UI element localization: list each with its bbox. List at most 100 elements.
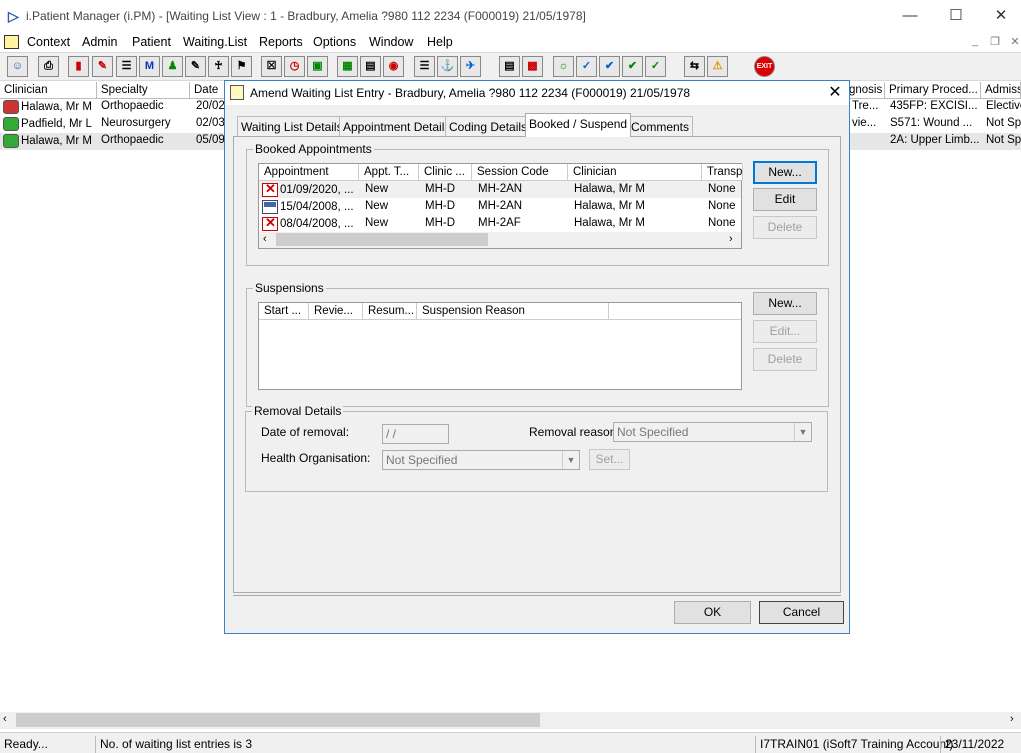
dialog-close-button[interactable]: ✕ <box>823 81 847 105</box>
menu-waiting-list[interactable]: Waiting.List <box>183 35 247 49</box>
booked-new-button-overlay[interactable]: New... <box>753 161 817 184</box>
menu-patient[interactable]: Patient <box>132 35 171 49</box>
tab-appointment-details[interactable]: Appointment Details <box>339 116 455 136</box>
book-icon[interactable]: ▮ <box>68 56 89 77</box>
scroll-right-icon[interactable]: › <box>1010 713 1014 725</box>
col-primary-procedure[interactable]: Primary Proced... <box>885 82 981 99</box>
cancel-button[interactable]: Cancel <box>759 601 844 624</box>
cancelled-appointment-icon: ✕ <box>262 215 278 231</box>
globe-icon[interactable]: ☼ <box>553 56 574 77</box>
tab-booked-suspend[interactable]: Booked / Suspend <box>525 113 632 137</box>
col-specialty[interactable]: Specialty <box>97 82 190 99</box>
tab-waiting-list-details[interactable]: Waiting List Details <box>237 116 347 136</box>
appointment-clinic: MH-D <box>425 217 456 229</box>
col-session-code[interactable]: Session Code <box>472 164 568 181</box>
chart-icon[interactable]: ▩ <box>522 56 543 77</box>
set-organisation-button[interactable]: Set... <box>589 449 630 470</box>
notes-icon[interactable]: ☰ <box>414 56 435 77</box>
menu-context[interactable]: Context <box>27 35 70 49</box>
flag-icon[interactable]: ⚑ <box>231 56 252 77</box>
edit-book-icon[interactable]: ✎ <box>92 56 113 77</box>
suspension-delete-button[interactable]: Delete <box>753 348 817 371</box>
list-scrollbar-thumb[interactable] <box>276 233 488 246</box>
folder-icon[interactable]: ▤ <box>360 56 381 77</box>
chevron-down-icon[interactable]: ▼ <box>794 423 811 441</box>
cancel-doc-icon[interactable]: ☒ <box>261 56 282 77</box>
green-check-icon[interactable]: ✔ <box>622 56 643 77</box>
m-icon[interactable]: M <box>139 56 160 77</box>
check-doc-icon[interactable]: ✔ <box>599 56 620 77</box>
entry-status-icon <box>3 100 19 114</box>
car-icon[interactable]: ♰ <box>208 56 229 77</box>
verify-icon[interactable]: ✓ <box>645 56 666 77</box>
mdi-restore-button[interactable]: ❐ <box>986 35 1004 50</box>
person-icon[interactable]: ♟ <box>162 56 183 77</box>
date-of-removal-field[interactable]: / / <box>382 424 449 444</box>
board-icon[interactable]: ▦ <box>337 56 358 77</box>
dial-icon[interactable]: ◉ <box>383 56 404 77</box>
list-item[interactable]: 15/04/2008, ... New MH-D MH-2AN Halawa, … <box>259 198 741 215</box>
ok-button[interactable]: OK <box>674 601 751 624</box>
col-start[interactable]: Start ... <box>259 303 309 320</box>
mdi-minimize-button[interactable]: _ <box>966 35 984 50</box>
maximize-button[interactable]: ☐ <box>933 0 979 32</box>
col-appt-type[interactable]: Appt. T... <box>359 164 419 181</box>
horizontal-scrollbar[interactable]: ‹ › <box>0 712 1021 729</box>
menu-admin[interactable]: Admin <box>82 35 117 49</box>
col-appointment[interactable]: Appointment <box>259 164 359 181</box>
close-button[interactable]: ✕ <box>978 0 1021 32</box>
scrollbar-thumb[interactable] <box>16 713 540 727</box>
col-admission[interactable]: Admissi <box>981 82 1021 99</box>
print-icon[interactable]: ⎙ <box>38 56 59 77</box>
suspension-new-button[interactable]: New... <box>753 292 817 315</box>
swap-icon[interactable]: ⇆ <box>684 56 705 77</box>
warning-icon[interactable]: ⚠ <box>707 56 728 77</box>
row-clinician: Halawa, Mr M <box>21 101 92 114</box>
col-diagnosis[interactable]: gnosis <box>845 82 885 99</box>
list-horizontal-scrollbar[interactable]: ‹ › <box>259 232 741 248</box>
col-suspension-reason[interactable]: Suspension Reason <box>417 303 609 320</box>
clinician-icon[interactable]: ☺ <box>7 56 28 77</box>
health-organisation-select[interactable]: Not Specified ▼ <box>382 450 580 470</box>
clock-icon[interactable]: ◷ <box>284 56 305 77</box>
menu-options[interactable]: Options <box>313 35 356 49</box>
removal-reason-select[interactable]: Not Specified ▼ <box>613 422 812 442</box>
list-scroll-left-icon[interactable]: ‹ <box>263 233 267 245</box>
check-list-icon[interactable]: ✓ <box>576 56 597 77</box>
exit-icon[interactable]: EXIT <box>754 56 775 77</box>
transport-icon[interactable]: ✈ <box>460 56 481 77</box>
col-transport[interactable]: Transp <box>702 164 743 181</box>
screen-icon[interactable]: ▣ <box>307 56 328 77</box>
list-icon[interactable]: ☰ <box>116 56 137 77</box>
suspension-edit-button[interactable]: Edit... <box>753 320 817 343</box>
tab-panel-booked-suspend: Booked Appointments Appointment Appt. T.… <box>233 136 841 593</box>
appointment-transport: None <box>708 217 736 229</box>
list-item[interactable]: ✕ 08/04/2008, ... New MH-D MH-2AF Halawa,… <box>259 215 741 232</box>
booked-appointments-list[interactable]: Appointment Appt. T... Clinic ... Sessio… <box>258 163 743 249</box>
suspensions-list[interactable]: Start ... Revie... Resum... Suspension R… <box>258 302 742 390</box>
tab-comments[interactable]: Comments <box>627 116 694 136</box>
booked-edit-button-overlay[interactable]: Edit <box>753 188 817 211</box>
dialog-title: Amend Waiting List Entry - Bradbury, Ame… <box>250 86 691 100</box>
col-resume[interactable]: Resum... <box>363 303 417 320</box>
list-scroll-right-icon[interactable]: › <box>729 233 733 245</box>
ambulance-icon[interactable]: ⚓ <box>437 56 458 77</box>
col-review[interactable]: Revie... <box>309 303 363 320</box>
note-icon[interactable]: ✎ <box>185 56 206 77</box>
menu-reports[interactable]: Reports <box>259 35 303 49</box>
chevron-down-icon[interactable]: ▼ <box>562 451 579 469</box>
booked-delete-button-overlay[interactable]: Delete <box>753 216 817 239</box>
menu-help[interactable]: Help <box>427 35 453 49</box>
scroll-left-icon[interactable]: ‹ <box>3 713 7 725</box>
menu-window[interactable]: Window <box>369 35 413 49</box>
col-clinician[interactable]: Clinician <box>568 164 702 181</box>
health-organisation-value: Not Specified <box>386 453 458 467</box>
tab-coding-details[interactable]: Coding Details <box>445 116 532 136</box>
doc-menu-icon[interactable] <box>4 35 19 49</box>
col-clinic[interactable]: Clinic ... <box>419 164 472 181</box>
col-clinician[interactable]: Clinician <box>0 82 97 99</box>
list-item[interactable]: ✕ 01/09/2020, ... New MH-D MH-2AN Halawa,… <box>259 181 741 198</box>
mdi-close-button[interactable]: ✕ <box>1006 35 1021 50</box>
minimize-button[interactable]: — <box>887 0 933 32</box>
document-icon[interactable]: ▤ <box>499 56 520 77</box>
